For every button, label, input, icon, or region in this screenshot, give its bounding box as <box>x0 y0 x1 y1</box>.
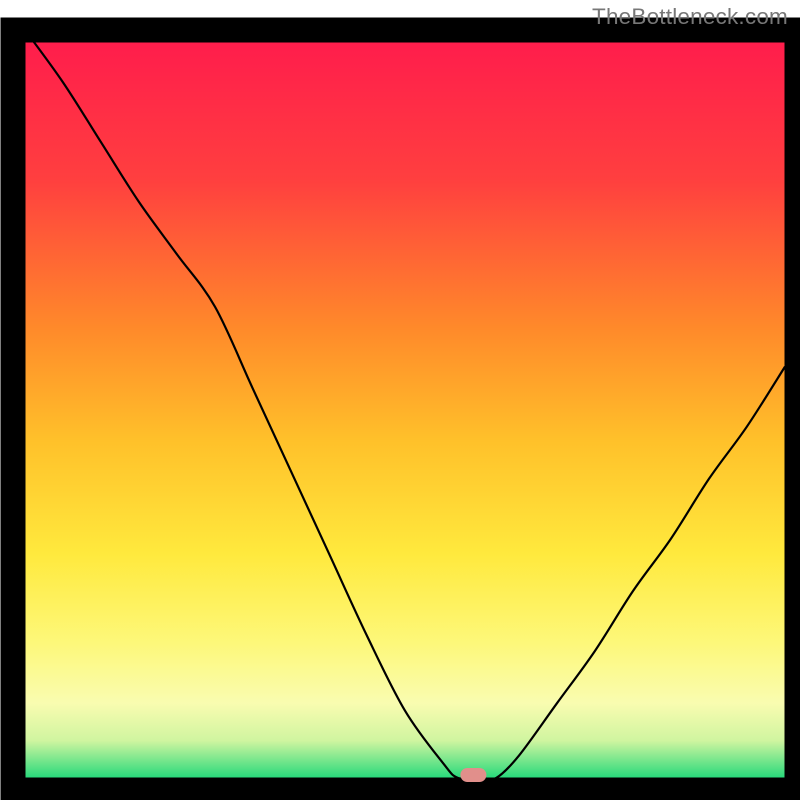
chart-background <box>25 30 785 778</box>
watermark-label: TheBottleneck.com <box>592 4 788 30</box>
chart-svg <box>0 0 800 800</box>
optimal-marker <box>460 768 486 782</box>
chart-container: TheBottleneck.com <box>0 0 800 800</box>
